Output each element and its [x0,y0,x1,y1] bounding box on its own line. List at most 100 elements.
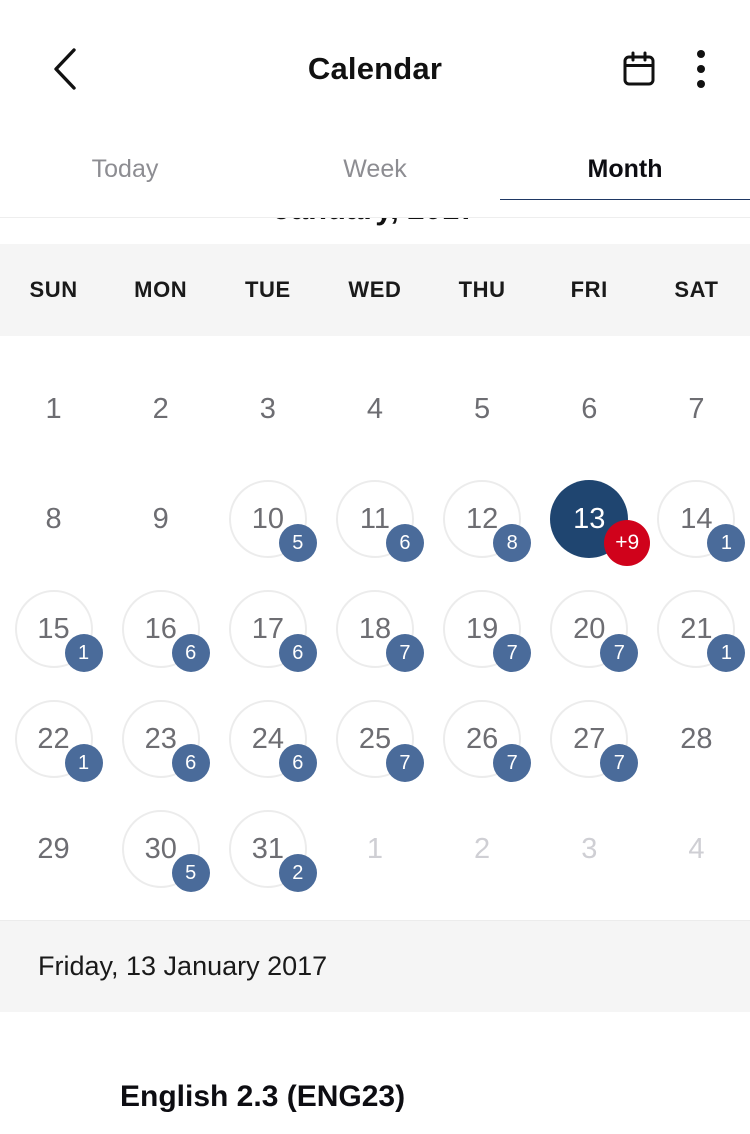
day-cell[interactable]: 17 6 [214,574,321,684]
calendar-icon [623,51,655,86]
weekday-thu: THU [458,277,506,302]
day-number: 15 [37,612,70,645]
day-number: 1 [366,832,384,865]
tab-month[interactable]: Month [500,138,750,204]
calendar-picker-button[interactable] [608,38,670,100]
day-cell[interactable]: 23 6 [107,684,214,794]
more-vertical-icon [697,50,705,88]
day-event-count-badge: 2 [278,854,317,892]
day-plain: 4 [657,810,735,888]
event-item-title[interactable]: English 2.3 (ENG23) [120,1080,405,1112]
day-cell[interactable]: 19 7 [429,574,536,684]
selected-date-strip: Friday, 13 January 2017 [0,920,750,1012]
day-event-count-badge: 8 [493,524,532,562]
header-actions [608,38,732,100]
day-plain: 6 [550,370,628,448]
day-cell[interactable]: 9 [107,464,214,574]
day-plain: 1 [336,810,414,888]
day-cell[interactable]: 24 6 [214,684,321,794]
day-cell[interactable]: 2 [429,794,536,904]
day-ring: 20 7 [550,590,639,672]
day-number: 25 [358,722,392,755]
day-plain: 8 [15,480,93,558]
day-ring: 18 7 [335,590,424,672]
day-number: 12 [465,502,499,535]
day-plain: 3 [550,810,628,888]
day-plain: 3 [229,370,307,448]
weekday-sun: SUN [29,277,78,302]
day-ring: 19 7 [443,590,532,672]
day-ring: 30 5 [121,810,210,892]
day-event-count-badge: 6 [385,524,424,562]
day-number: 21 [680,612,713,645]
day-cell[interactable]: 13 +9 [536,464,651,574]
day-cell[interactable]: 10 5 [214,464,321,574]
day-cell[interactable]: 22 1 [0,684,107,794]
day-number: 16 [144,612,177,645]
day-number: 17 [251,612,284,645]
day-plain: 5 [443,370,521,448]
day-cell[interactable]: 14 1 [643,464,750,574]
day-number: 20 [573,612,606,645]
day-number: 23 [144,722,177,755]
day-plain: 4 [336,370,414,448]
day-ring: 31 2 [228,810,317,892]
day-cell[interactable]: 28 [643,684,750,794]
day-event-count-badge: 7 [493,634,532,672]
day-number: 4 [366,392,384,425]
day-cell[interactable]: 3 [214,354,321,464]
day-cell[interactable]: 15 1 [0,574,107,684]
day-cell[interactable]: 2 [107,354,214,464]
day-event-count-badge: 1 [707,634,746,672]
day-cell[interactable]: 12 8 [429,464,536,574]
day-number: 19 [465,612,499,645]
day-number: 9 [152,502,169,535]
day-number: 10 [251,502,284,535]
weekday-tue: TUE [244,277,291,302]
day-number: 28 [680,722,713,755]
day-ring: 22 1 [14,700,103,782]
day-number: 29 [37,832,70,865]
day-cell[interactable]: 4 [643,794,750,904]
day-cell[interactable]: 21 1 [643,574,750,684]
day-plain: 2 [443,810,521,888]
day-cell[interactable]: 5 [429,354,536,464]
day-number: 18 [358,612,392,645]
day-cell[interactable]: 16 6 [107,574,214,684]
day-number: 31 [251,832,284,865]
day-cell[interactable]: 1 [0,354,107,464]
day-cell[interactable]: 6 [536,354,643,464]
day-number: 1 [45,392,62,425]
day-event-count-badge: 7 [385,634,424,672]
day-plain: 29 [15,810,93,888]
tab-today-label: Today [91,154,159,183]
tab-week[interactable]: Week [250,138,500,200]
day-number: 3 [259,392,276,425]
day-cell[interactable]: 18 7 [321,574,428,684]
day-cell[interactable]: 31 2 [214,794,321,904]
day-ring: 23 6 [121,700,210,782]
day-cell[interactable]: 8 [0,464,107,574]
day-ring: 27 7 [550,700,639,782]
overflow-menu-button[interactable] [670,38,732,100]
day-cell[interactable]: 30 5 [107,794,214,904]
day-cell[interactable]: 7 [643,354,750,464]
calendar-grid: 1 2 3 4 5 6 7 8 9 10 5 11 6 12 8 13 +9 14 1 15 1 16 6 17 6 18 7 19 7… [0,336,750,904]
day-cell[interactable]: 26 7 [429,684,536,794]
day-cell[interactable]: 20 7 [536,574,643,684]
day-cell[interactable]: 3 [536,794,643,904]
day-plain: 1 [15,370,93,448]
day-plain: 2 [122,370,200,448]
day-cell[interactable]: 27 7 [536,684,643,794]
day-cell[interactable]: 11 6 [321,464,428,574]
day-cell[interactable]: 1 [321,794,428,904]
weekday-fri: FRI [570,277,608,302]
day-event-count-badge: 6 [278,634,317,672]
day-cell[interactable]: 29 [0,794,107,904]
day-cell[interactable]: 25 7 [321,684,428,794]
day-selected-circle: 13 +9 [550,480,651,566]
day-ring: 10 5 [228,480,317,562]
day-cell[interactable]: 4 [321,354,428,464]
tab-week-label: Week [343,154,407,183]
tab-today[interactable]: Today [0,138,250,200]
